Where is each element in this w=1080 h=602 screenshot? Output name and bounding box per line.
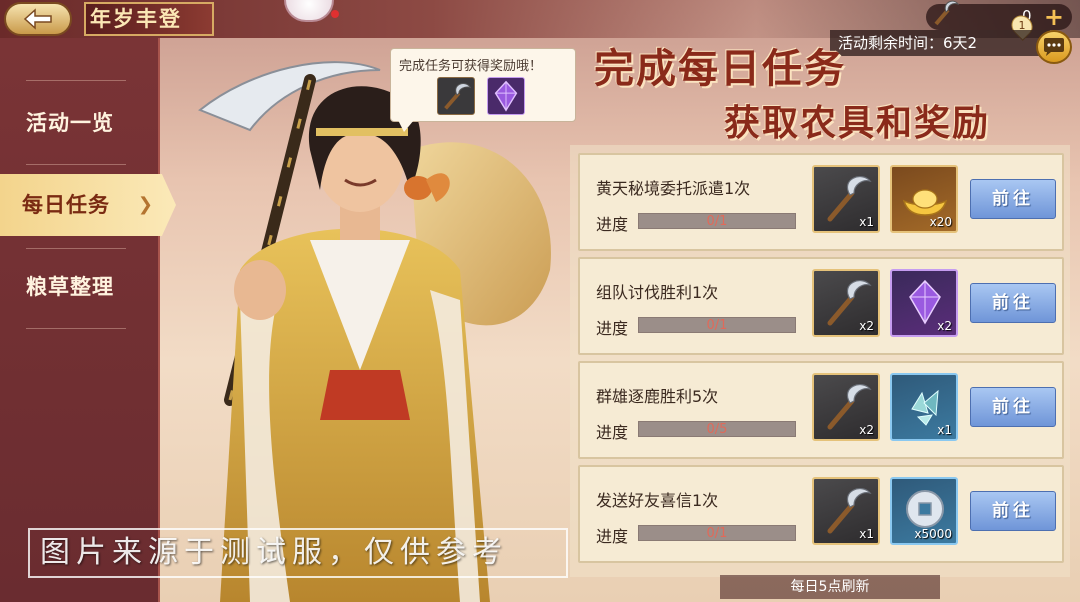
headline-line2: 获取农具和奖励 — [724, 102, 991, 144]
task-card: 发送好友喜信1次 进度 0/1 x1 x5000 前往 — [578, 465, 1064, 563]
go-button[interactable]: 前往 — [970, 387, 1056, 427]
reward-item[interactable]: x2 — [890, 269, 958, 337]
add-currency-button[interactable]: + — [1044, 3, 1064, 31]
divider — [26, 80, 126, 81]
divider — [26, 328, 126, 329]
progress-text: 0/5 — [706, 422, 728, 437]
sidebar-item-daily-tasks[interactable]: 每日任务 ❯ — [0, 174, 176, 236]
task-title: 群雄逐鹿胜利5次 — [596, 387, 719, 406]
progress-label: 进度 — [596, 215, 629, 234]
reward-item[interactable]: x2 — [812, 269, 880, 337]
chat-button[interactable] — [1036, 30, 1072, 64]
page-title: 年岁丰登 — [84, 2, 214, 36]
reward-item[interactable]: x1 — [812, 477, 880, 545]
reward-count: x1 — [859, 527, 874, 541]
sidebar: 活动一览 每日任务 ❯ 粮草整理 — [0, 38, 176, 602]
go-button[interactable]: 前往 — [970, 283, 1056, 323]
task-title: 发送好友喜信1次 — [596, 491, 719, 510]
headline-line1: 完成每日任务 — [594, 45, 846, 92]
sickle-icon — [437, 77, 475, 115]
divider — [26, 164, 126, 165]
chevron-right-icon: ❯ — [137, 194, 154, 215]
tooltip-text: 完成任务可获得奖励哦！ — [399, 59, 543, 74]
sidebar-item-activity-overview[interactable]: 活动一览 — [0, 92, 160, 154]
task-title: 组队讨伐胜利1次 — [596, 283, 719, 302]
reward-count: x2 — [859, 319, 874, 333]
back-button[interactable] — [4, 2, 72, 36]
task-panel: 黄天秘境委托派遣1次 进度 0/1 x1 x20 前往 组队讨伐胜利1次 进度 — [570, 145, 1070, 577]
refresh-note: 每日5点刷新 — [720, 575, 940, 599]
progress-text: 0/1 — [706, 318, 728, 333]
reward-item[interactable]: x2 — [812, 373, 880, 441]
reward-item[interactable]: x1 — [890, 373, 958, 441]
arrow-left-icon — [23, 8, 52, 30]
divider — [26, 248, 126, 249]
reward-count: x2 — [937, 319, 952, 333]
event-timer: 活动剩余时间：6天2 — [830, 30, 1050, 56]
watermark: 图片来源于测试服，仅供参考 — [28, 528, 568, 578]
sidebar-item-provision-sorting[interactable]: 粮草整理 — [0, 256, 160, 318]
character-illustration — [198, 61, 551, 602]
progress-bar: 0/1 — [638, 525, 796, 541]
tooltip-tail — [398, 120, 414, 132]
progress-bar: 0/1 — [638, 317, 796, 333]
reward-count: x1 — [859, 215, 874, 229]
sickle-icon — [934, 0, 960, 26]
currency-display: 0 + — [926, 0, 1072, 31]
progress-bar: 0/5 — [638, 421, 796, 437]
task-title: 黄天秘境委托派遣1次 — [596, 179, 751, 198]
progress-bar: 0/1 — [638, 213, 796, 229]
progress-text: 0/1 — [706, 526, 728, 541]
reward-count: x5000 — [914, 527, 952, 541]
task-card: 黄天秘境委托派遣1次 进度 0/1 x1 x20 前往 — [578, 153, 1064, 251]
chat-bubble-icon — [1044, 38, 1064, 56]
go-button[interactable]: 前往 — [970, 491, 1056, 531]
progress-label: 进度 — [596, 319, 629, 338]
reward-count: x2 — [859, 423, 874, 437]
reward-item[interactable]: x1 — [812, 165, 880, 233]
reward-item[interactable]: x5000 — [890, 477, 958, 545]
progress-text: 0/1 — [706, 214, 728, 229]
progress-label: 进度 — [596, 527, 629, 546]
reward-count: x1 — [937, 423, 952, 437]
reward-tooltip: 完成任务可获得奖励哦！ — [390, 48, 576, 122]
go-button[interactable]: 前往 — [970, 179, 1056, 219]
reward-item[interactable]: x20 — [890, 165, 958, 233]
task-card: 组队讨伐胜利1次 进度 0/1 x2 x2 前往 — [578, 257, 1064, 355]
task-card: 群雄逐鹿胜利5次 进度 0/5 x2 x1 前往 — [578, 361, 1064, 459]
purple-crystal-icon — [487, 77, 525, 115]
red-dot-icon — [331, 10, 339, 18]
progress-label: 进度 — [596, 423, 629, 442]
reward-count: x20 — [929, 215, 952, 229]
